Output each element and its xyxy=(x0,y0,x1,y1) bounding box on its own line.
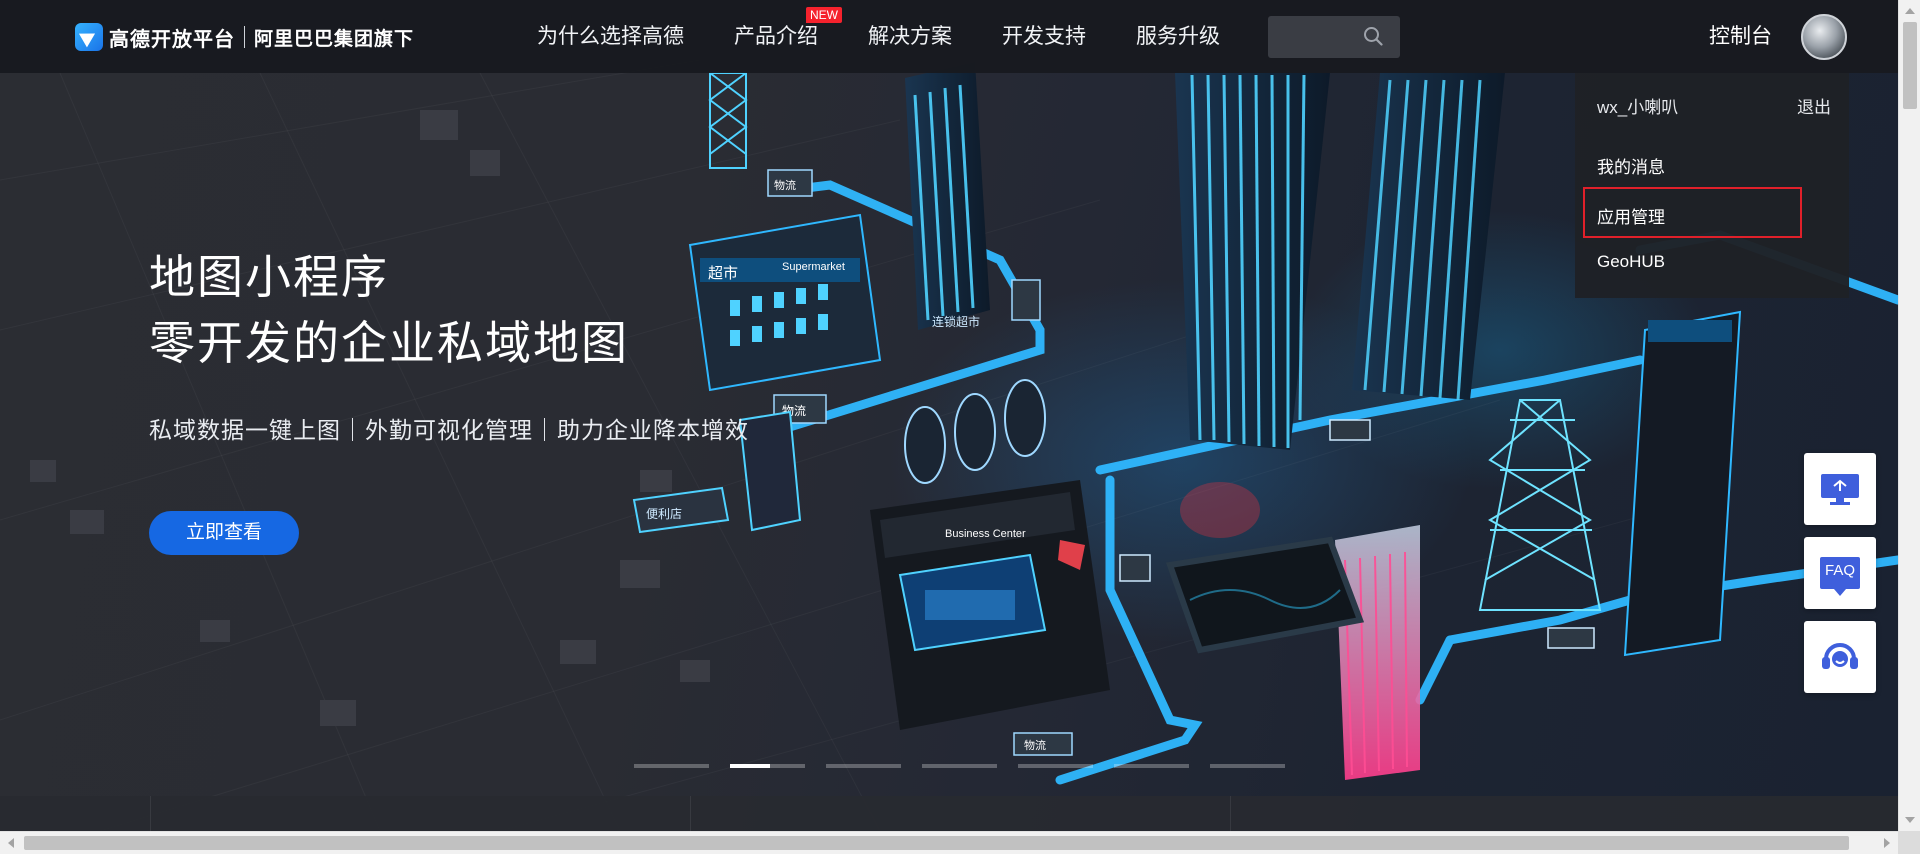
carousel-dot-5[interactable] xyxy=(1018,764,1093,768)
vertical-scrollbar[interactable] xyxy=(1898,0,1920,831)
carousel-dot-7[interactable] xyxy=(1210,764,1285,768)
sign-supermarket-en: Supermarket xyxy=(782,261,845,273)
sign-business-center: Business Center xyxy=(945,528,1026,540)
top-nav-bar: 高德开放平台 阿里巴巴集团旗下 为什么选择高德 产品介绍 NEW 解决方案 开发… xyxy=(0,0,1898,73)
carousel-dot-6[interactable] xyxy=(1114,764,1189,768)
nav-item-products-label: 产品介绍 xyxy=(734,25,818,48)
side-button-demo[interactable] xyxy=(1804,453,1876,525)
vertical-scroll-thumb[interactable] xyxy=(1903,22,1917,109)
user-dropdown-menu: wx_小喇叭 退出 我的消息 应用管理 GeoHUB xyxy=(1575,73,1849,298)
brand-name: 高德开放平台 xyxy=(109,28,235,51)
username: wx_小喇叭 xyxy=(1597,98,1679,117)
sign-chain-store: 连锁超市 xyxy=(932,314,980,329)
carousel-indicators xyxy=(634,764,1306,768)
faq-icon: FAQ xyxy=(1820,557,1860,596)
neon-tower-center xyxy=(1175,73,1330,450)
pink-tower xyxy=(1335,525,1420,780)
truck-label-3: 物流 xyxy=(1024,738,1046,752)
business-center: Business Center xyxy=(870,480,1110,730)
red-glow xyxy=(1180,482,1260,538)
menu-item-geohub[interactable]: GeoHUB xyxy=(1597,252,1665,272)
nav-item-why[interactable]: 为什么选择高德 xyxy=(537,0,684,73)
logout-link[interactable]: 退出 xyxy=(1797,93,1831,118)
carousel-dot-4[interactable] xyxy=(922,764,997,768)
hero-title-line-1: 地图小程序 xyxy=(149,251,389,303)
view-now-button[interactable]: 立即查看 xyxy=(149,511,299,555)
carousel-dot-3[interactable] xyxy=(826,764,901,768)
strip-divider xyxy=(1230,796,1231,831)
nav-item-products[interactable]: 产品介绍 NEW xyxy=(734,0,842,73)
sign-convenience-store: 便利店 xyxy=(646,507,682,521)
lattice-tower-top xyxy=(708,72,748,169)
search-icon[interactable] xyxy=(1363,26,1383,46)
brand-logo[interactable]: 高德开放平台 阿里巴巴集团旗下 xyxy=(75,22,414,52)
truck-label-1: 物流 xyxy=(774,178,796,192)
console-link[interactable]: 控制台 xyxy=(1709,0,1772,73)
scrollbar-corner xyxy=(1898,831,1920,854)
user-avatar[interactable] xyxy=(1801,14,1847,60)
scroll-down-icon[interactable] xyxy=(1905,817,1915,823)
strip-divider xyxy=(690,796,691,831)
main-nav: 为什么选择高德 产品介绍 NEW 解决方案 开发支持 服务升级 xyxy=(537,0,1270,73)
side-button-faq[interactable]: FAQ xyxy=(1804,537,1876,609)
neon-tower-right xyxy=(1352,73,1505,401)
parked-cars xyxy=(904,379,1046,484)
carousel-dot-1[interactable] xyxy=(634,764,709,768)
scroll-left-icon[interactable] xyxy=(8,838,14,848)
monitor-icon xyxy=(1821,474,1859,505)
search-box[interactable] xyxy=(1268,16,1400,58)
amap-logo-icon xyxy=(75,23,103,51)
scroll-right-icon[interactable] xyxy=(1884,838,1890,848)
hero-title-line-2: 零开发的企业私域地图 xyxy=(149,317,629,369)
horizontal-scroll-thumb[interactable] xyxy=(24,836,1849,850)
horizontal-scrollbar[interactable] xyxy=(0,831,1898,854)
nav-item-dev-support[interactable]: 开发支持 xyxy=(1002,0,1086,73)
brand-subtitle: 阿里巴巴集团旗下 xyxy=(254,28,415,50)
menu-item-my-messages[interactable]: 我的消息 xyxy=(1597,153,1665,178)
electricity-tower xyxy=(1478,399,1602,611)
carousel-dot-2-active[interactable] xyxy=(730,764,805,768)
new-badge: NEW xyxy=(806,7,842,23)
scroll-up-icon[interactable] xyxy=(1905,8,1915,14)
glass-tower: 连锁超市 xyxy=(905,62,990,330)
app-management-highlight-box xyxy=(1583,187,1802,238)
hero-title: 地图小程序 零开发的企业私域地图 xyxy=(149,244,629,376)
strip-divider xyxy=(150,796,151,831)
feature-strip xyxy=(0,796,1898,831)
supermarket-building: 超市 Supermarket xyxy=(688,213,882,392)
nav-item-solutions[interactable]: 解决方案 xyxy=(868,0,952,73)
dark-lake xyxy=(1165,536,1365,654)
logo-divider xyxy=(244,26,245,48)
side-button-support[interactable] xyxy=(1804,621,1876,693)
hero-subtitle: 私域数据一键上图｜外勤可视化管理｜助力企业降本增效 xyxy=(149,417,749,443)
page: 超市 Supermarket 连锁超市 物流 物流 物流 便利店 Busines… xyxy=(0,0,1920,854)
dark-tower-right xyxy=(1623,310,1742,657)
nav-item-service-upgrade[interactable]: 服务升级 xyxy=(1136,0,1220,73)
customer-service-icon xyxy=(1822,643,1858,669)
sign-supermarket-cn: 超市 xyxy=(708,265,738,282)
